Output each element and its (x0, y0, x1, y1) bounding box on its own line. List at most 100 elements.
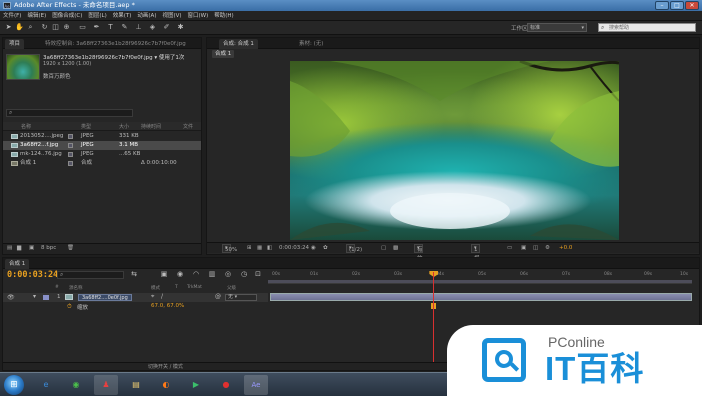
label-color-swatch[interactable] (43, 295, 49, 300)
menu-animation[interactable]: 动画(A) (134, 11, 159, 21)
transparency-grid-icon[interactable]: ▩ (393, 244, 398, 253)
eye-icon[interactable]: 👁 (7, 294, 15, 301)
clone-tool-icon[interactable]: ⊥ (134, 23, 143, 32)
column-name[interactable]: 名称 (21, 123, 31, 130)
selection-tool-icon[interactable]: ➤ (4, 23, 13, 32)
shy-switch-icon[interactable]: ⌖ (151, 293, 154, 301)
rotate-tool-icon[interactable]: ↻ (40, 23, 49, 32)
show-channel-icon[interactable]: ✿ (323, 244, 328, 253)
project-item[interactable]: mk-124..76.jpg JPEG ...65 KB (3, 150, 201, 159)
layer-name[interactable]: 3a68ff2....0e0f.jpg (78, 294, 132, 301)
toggle-switches-modes[interactable]: 切换开关 / 模式 (148, 363, 183, 370)
exposure-value[interactable]: +0.0 (559, 244, 572, 253)
eraser-tool-icon[interactable]: ◈ (148, 23, 157, 32)
rectangle-tool-icon[interactable]: ▭ (78, 23, 87, 32)
live-update-icon[interactable]: ▣ (159, 269, 169, 279)
draft-3d-icon[interactable]: ◉ (175, 269, 185, 279)
tab-effect-controls[interactable]: 特效控制台: 3a68ff27363e1b28f96926c7b7f0e0f.j… (41, 39, 201, 49)
minimize-button[interactable]: – (655, 1, 669, 10)
graph-editor-icon[interactable]: ◷ (239, 269, 249, 279)
puppet-tool-icon[interactable]: ✱ (176, 23, 185, 32)
new-folder-icon[interactable]: ▆ (17, 245, 21, 251)
tab-project[interactable]: 项目 (5, 39, 25, 49)
help-search-field[interactable]: ⌕ 搜索帮助 (598, 23, 696, 32)
type-tool-icon[interactable]: T (106, 23, 115, 32)
layer-duration-bar[interactable] (270, 293, 692, 301)
brush-tool-icon[interactable]: ✎ (120, 23, 129, 32)
quality-switch-icon[interactable]: / (161, 293, 163, 300)
layer-row[interactable]: 👁 ▾ 1 3a68ff2....0e0f.jpg ⌖ / @ 无 ▾ (3, 293, 268, 302)
label-color-swatch[interactable] (68, 143, 73, 148)
resolution-dropdown[interactable]: (1/2) ▾ (346, 244, 362, 253)
workspace-dropdown[interactable]: 标准 ▾ (527, 23, 587, 32)
pen-tool-icon[interactable]: ✒ (92, 23, 101, 32)
comp-mini-flowchart-icon[interactable]: ⇆ (129, 269, 139, 279)
menu-edit[interactable]: 编辑(E) (24, 11, 49, 21)
timeline-search-input[interactable]: ⌕ (57, 271, 124, 279)
project-item[interactable]: 2013052....jpeg JPEG 331 KB (3, 132, 201, 141)
interpret-footage-icon[interactable]: ▤ (7, 245, 12, 251)
menu-help[interactable]: 帮助(H) (211, 11, 236, 21)
tab-composition[interactable]: 合成: 合成 1 (219, 39, 258, 49)
after-effects-icon[interactable]: Ae (244, 375, 268, 395)
column-duration[interactable]: 持续时间 (141, 123, 161, 130)
composition-navigator-tab[interactable]: 合成 1 (212, 50, 235, 58)
menu-view[interactable]: 视图(V) (159, 11, 184, 21)
scale-property-row[interactable]: ⏱ 缩放 67.0, 67.0% (3, 303, 268, 311)
start-button[interactable]: ⊞ (4, 375, 24, 395)
frame-blending-icon[interactable]: ▥ (207, 269, 217, 279)
record-icon[interactable]: ● (214, 375, 238, 395)
firefox-icon[interactable]: ◐ (154, 375, 178, 395)
views-dropdown[interactable]: 1 视图 ▾ (471, 244, 480, 271)
label-color-swatch[interactable] (68, 161, 73, 166)
roto-tool-icon[interactable]: ✐ (162, 23, 171, 32)
column-file[interactable]: 文件 (183, 123, 193, 130)
bit-depth-label[interactable]: 8 bpc (41, 245, 56, 251)
safe-zones-icon[interactable]: ⊞ (247, 244, 252, 253)
pick-whip-icon[interactable]: @ (215, 293, 221, 300)
zoom-dropdown[interactable]: 50% ▾ (222, 244, 237, 253)
menu-window[interactable]: 窗口(W) (185, 11, 212, 21)
playhead-line[interactable] (433, 272, 435, 368)
menu-effect[interactable]: 效果(T) (110, 11, 135, 21)
project-item[interactable]: 合成 1 合成 Δ 0:00:10:00 (3, 159, 201, 168)
label-color-swatch[interactable] (68, 152, 73, 157)
menu-layer[interactable]: 图层(L) (85, 11, 109, 21)
column-size[interactable]: 大小 (119, 123, 129, 130)
shy-layers-icon[interactable]: ◠ (191, 269, 201, 279)
fast-preview-icon[interactable]: ▣ (521, 244, 526, 253)
hand-tool-icon[interactable]: ✋ (15, 23, 24, 32)
close-button[interactable]: ✕ (685, 1, 699, 10)
360-browser-icon[interactable]: ◉ (64, 375, 88, 395)
camera-tool-icon[interactable]: ◫ (51, 23, 60, 32)
project-item[interactable]: 3a68ff2...f.jpg JPEG 3.1 MB (3, 141, 201, 150)
timeline-toggle-icon[interactable]: ◫ (533, 244, 538, 253)
menu-file[interactable]: 文件(F) (0, 11, 24, 21)
snapshot-icon[interactable]: ◉ (311, 244, 316, 253)
mask-visibility-icon[interactable]: ◧ (267, 244, 272, 253)
motion-blur-icon[interactable]: ◎ (223, 269, 233, 279)
composition-viewer[interactable] (290, 61, 619, 240)
scale-property-value[interactable]: 67.0, 67.0% (151, 303, 184, 309)
column-type[interactable]: 类型 (81, 123, 91, 130)
project-search-input[interactable]: ⌕ (6, 109, 133, 117)
parent-dropdown[interactable]: 无 ▾ (225, 294, 257, 301)
stopwatch-icon[interactable]: ⏱ (67, 303, 72, 311)
pixel-aspect-icon[interactable]: ▭ (507, 244, 512, 253)
brainstorm-icon[interactable]: ⊡ (253, 269, 263, 279)
timeline-current-time[interactable]: 0:00:03:24 (7, 270, 58, 280)
trash-icon[interactable]: 🗑 (67, 245, 74, 251)
tab-footage[interactable]: 素材: (无) (295, 39, 327, 49)
pan-behind-tool-icon[interactable]: ⊕ (62, 23, 71, 32)
grid-icon[interactable]: ▦ (257, 244, 262, 253)
menu-composition[interactable]: 图像合成(C) (49, 11, 85, 21)
media-player-icon[interactable]: ▶ (184, 375, 208, 395)
label-color-swatch[interactable] (68, 134, 73, 139)
tab-timeline-comp[interactable]: 合成 1 (5, 259, 30, 269)
file-explorer-icon[interactable]: ▤ (124, 375, 148, 395)
ie-icon[interactable]: e (34, 375, 58, 395)
zoom-tool-icon[interactable]: ⌕ (26, 23, 35, 32)
maximize-button[interactable]: □ (670, 1, 684, 10)
qq-icon[interactable]: ♟ (94, 375, 118, 395)
current-time[interactable]: 0:00:03:24 (279, 244, 309, 253)
